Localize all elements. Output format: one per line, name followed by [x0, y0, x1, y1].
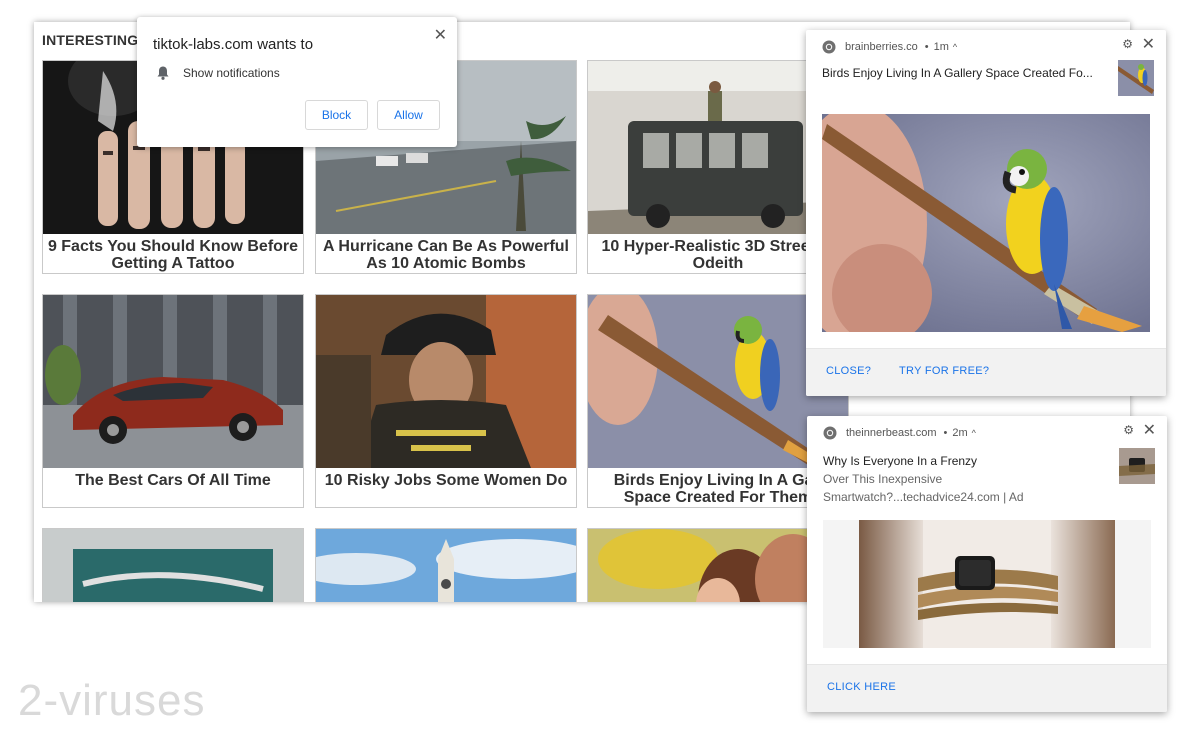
firefighter-image [316, 295, 576, 468]
notification-image [823, 520, 1151, 648]
notification-header: theinnerbeast.com • 2m ^ [823, 426, 976, 440]
article-card[interactable] [42, 528, 304, 602]
gear-icon[interactable]: ⚙ [1123, 423, 1134, 437]
notification-title: Why Is Everyone In a Frenzy [823, 454, 978, 468]
bell-icon [157, 66, 169, 80]
notification-site: brainberries.co [845, 41, 918, 53]
notification-image [822, 114, 1150, 332]
article-card[interactable] [315, 528, 577, 602]
notification-actions: CLOSE? TRY FOR FREE? [806, 348, 1166, 396]
notification-time: 2m [952, 427, 968, 439]
prompt-option-label: Show notifications [183, 66, 280, 80]
street-art-image [43, 529, 303, 602]
article-title: The Best Cars Of All Time [75, 472, 271, 489]
article-title: 10 Risky Jobs Some Women Do [324, 472, 568, 489]
prompt-option: Show notifications [155, 65, 280, 81]
chevron-up-icon[interactable]: ^ [953, 42, 957, 52]
block-button[interactable]: Block [305, 100, 368, 130]
page-heading: INTERESTING F [42, 32, 152, 48]
chrome-icon [823, 426, 837, 440]
close-icon[interactable]: ✕ [1142, 34, 1155, 54]
notification-thumbnail [1119, 448, 1155, 484]
close-action-button[interactable]: CLOSE? [826, 365, 871, 377]
notification-time: 1m [933, 41, 949, 53]
notification-body-line: Over This Inexpensive [823, 472, 943, 486]
click-here-button[interactable]: CLICK HERE [827, 681, 896, 693]
notification-theinnerbeast[interactable]: theinnerbeast.com • 2m ^ ⚙ ✕ Why Is Ever… [807, 416, 1167, 712]
notification-body-line: Smartwatch?...techadvice24.com | Ad [823, 490, 1024, 504]
article-title: 9 Facts You Should Know Before Getting A… [47, 238, 299, 272]
article-card[interactable]: 10 Risky Jobs Some Women Do [315, 294, 577, 508]
notification-header: brainberries.co • 1m ^ [822, 40, 957, 54]
prompt-title: tiktok-labs.com wants to [153, 36, 314, 53]
notification-site: theinnerbeast.com [846, 427, 937, 439]
article-card[interactable]: The Best Cars Of All Time [42, 294, 304, 508]
watermark: 2-viruses [18, 676, 206, 725]
close-icon[interactable]: ✕ [1143, 420, 1156, 440]
separator-dot: • [924, 41, 929, 53]
allow-button[interactable]: Allow [377, 100, 440, 130]
notification-permission-prompt: tiktok-labs.com wants to ✕ Show notifica… [137, 17, 457, 147]
notification-brainberries[interactable]: brainberries.co • 1m ^ ⚙ ✕ Birds Enjoy L… [806, 30, 1166, 396]
separator-dot: • [943, 427, 948, 439]
notification-thumbnail [1118, 60, 1154, 96]
gear-icon[interactable]: ⚙ [1122, 37, 1133, 51]
chevron-up-icon[interactable]: ^ [972, 428, 976, 438]
chrome-icon [822, 40, 836, 54]
clock-tower-image [316, 529, 576, 602]
prompt-close-icon[interactable]: ✕ [434, 25, 447, 45]
red-car-image [43, 295, 303, 468]
try-for-free-button[interactable]: TRY FOR FREE? [899, 365, 989, 377]
notification-actions: CLICK HERE [807, 664, 1167, 712]
article-title: A Hurricane Can Be As Powerful As 10 Ato… [323, 238, 569, 272]
notification-title: Birds Enjoy Living In A Gallery Space Cr… [822, 66, 1093, 80]
